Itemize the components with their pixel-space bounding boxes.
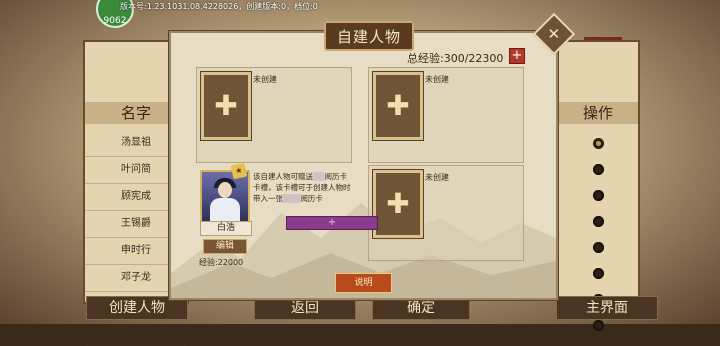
radio-button[interactable] [558, 208, 638, 234]
add-experience-card-button[interactable]: + [286, 216, 378, 230]
plus-icon: ✚ [214, 89, 238, 122]
hero-name: 白浩 [200, 221, 252, 236]
radio-icon [592, 319, 604, 331]
avatar-badge: 9062 [103, 16, 127, 26]
add-character-card[interactable]: ✚ [373, 72, 423, 140]
slot-status: 未创建 [425, 75, 449, 84]
total-exp-label: 总经验: [407, 52, 444, 65]
radio-icon [592, 163, 604, 175]
character-slot-1: ✚ 未创建 [196, 67, 352, 163]
main-menu-button[interactable]: 主界面 [556, 296, 658, 320]
radio-icon [592, 215, 604, 227]
dialog-title: 自建人物 [336, 27, 401, 46]
radio-selected-icon [592, 137, 604, 149]
add-exp-button[interactable]: + [509, 48, 525, 64]
radio-icon [592, 267, 604, 279]
radio-button[interactable] [558, 260, 638, 286]
edit-button[interactable]: 编辑 [203, 239, 247, 254]
slot-status: 未创建 [253, 75, 277, 84]
custom-character-dialog: 自建人物 ✕ 总经验:300/22300 + ✚ 未创建 ✚ 未创建 ✚ 未创建 [169, 12, 576, 300]
radio-icon [592, 189, 604, 201]
hero-portrait[interactable] [200, 170, 250, 224]
radio-button[interactable] [558, 234, 638, 260]
close-x-icon: ✕ [547, 24, 561, 43]
total-exp-value: 300/22300 [443, 52, 504, 65]
radio-button[interactable] [558, 182, 638, 208]
radio-button[interactable] [558, 130, 638, 156]
total-exp: 总经验:300/22300 [407, 50, 503, 66]
plus-icon: ✚ [386, 187, 410, 220]
hero-exp: 经验:22000 [199, 258, 244, 267]
character-slot-2: ✚ 未创建 [368, 67, 524, 163]
version-text: 版本号:1.23.1031.08.4228026，创建版本:0，档位:0 [120, 2, 318, 11]
dialog-title-banner: 自建人物 [324, 21, 414, 51]
radio-button[interactable] [558, 156, 638, 182]
list-item[interactable]: 袁成梁 [85, 319, 187, 346]
character-slot-4: ✚ 未创建 [368, 165, 524, 261]
action-column-header: 操作 [558, 102, 638, 124]
add-character-card[interactable]: ✚ [373, 170, 423, 238]
add-character-card[interactable]: ✚ [201, 72, 251, 140]
plus-icon: ✚ [386, 89, 410, 122]
radio-icon [592, 241, 604, 253]
action-panel: 操作 [556, 40, 640, 331]
slot-status: 未创建 [425, 173, 449, 182]
explain-button[interactable]: 说明 [335, 273, 392, 293]
hero-rank-icon: ★ [230, 162, 248, 180]
character-slot-3: ★ 白浩 编辑 经验:22000 该自建人物可赠送▒▒阅历卡卡槽，该卡槽可于创建… [195, 162, 378, 269]
hero-description: 该自建人物可赠送▒▒阅历卡卡槽，该卡槽可于创建人物时带入一张▒▒▒阅历卡 [253, 172, 351, 203]
